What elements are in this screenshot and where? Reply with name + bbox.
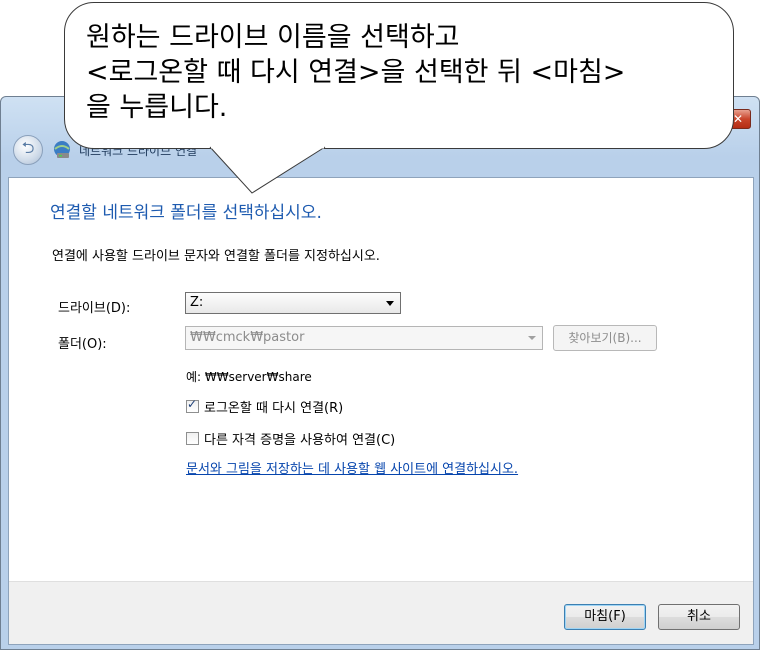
reconnect-label: 로그온할 때 다시 연결(R) xyxy=(204,401,344,416)
other-credentials-row[interactable]: 다른 자격 증명을 사용하여 연결(C) xyxy=(186,429,395,448)
cancel-button[interactable]: 취소 xyxy=(658,604,740,630)
other-credentials-label: 다른 자격 증명을 사용하여 연결(C) xyxy=(204,433,396,448)
callout-line: 원하는 드라이브 이름을 선택하고 xyxy=(86,22,460,53)
folder-label: 폴더(O): xyxy=(58,337,107,352)
main-instruction: 연결할 네트워크 폴더를 선택하십시오. xyxy=(50,203,322,223)
callout-line: 을 누릅니다. xyxy=(86,92,228,123)
web-site-link[interactable]: 문서와 그림을 저장하는 데 사용할 웹 사이트에 연결하십시오. xyxy=(186,458,518,477)
drive-select-value: Z: xyxy=(190,295,204,310)
browse-button[interactable]: 찾아보기(B)... xyxy=(553,325,657,351)
finish-button[interactable]: 마침(F) xyxy=(564,604,646,630)
callout-text: 원하는 드라이브 이름을 선택하고 <로그온할 때 다시 연결>을 선택한 뒤 … xyxy=(86,20,716,125)
drive-select[interactable]: Z: xyxy=(185,292,401,314)
folder-input[interactable]: ₩₩cmck₩pastor xyxy=(185,326,543,350)
folder-input-value: ₩₩cmck₩pastor xyxy=(190,330,305,345)
drive-label: 드라이브(D): xyxy=(58,301,131,316)
folder-example: 예: ₩₩server₩share xyxy=(186,370,312,384)
sub-instruction: 연결에 사용할 드라이브 문자와 연결할 폴더를 지정하십시오. xyxy=(52,249,380,264)
chevron-down-icon xyxy=(386,301,394,306)
reconnect-row[interactable]: 로그온할 때 다시 연결(R) xyxy=(186,397,343,416)
chevron-down-icon xyxy=(528,336,536,340)
other-credentials-checkbox[interactable] xyxy=(186,432,199,445)
callout-line: <로그온할 때 다시 연결>을 선택한 뒤 <마침> xyxy=(86,57,626,88)
reconnect-checkbox[interactable] xyxy=(186,397,199,413)
